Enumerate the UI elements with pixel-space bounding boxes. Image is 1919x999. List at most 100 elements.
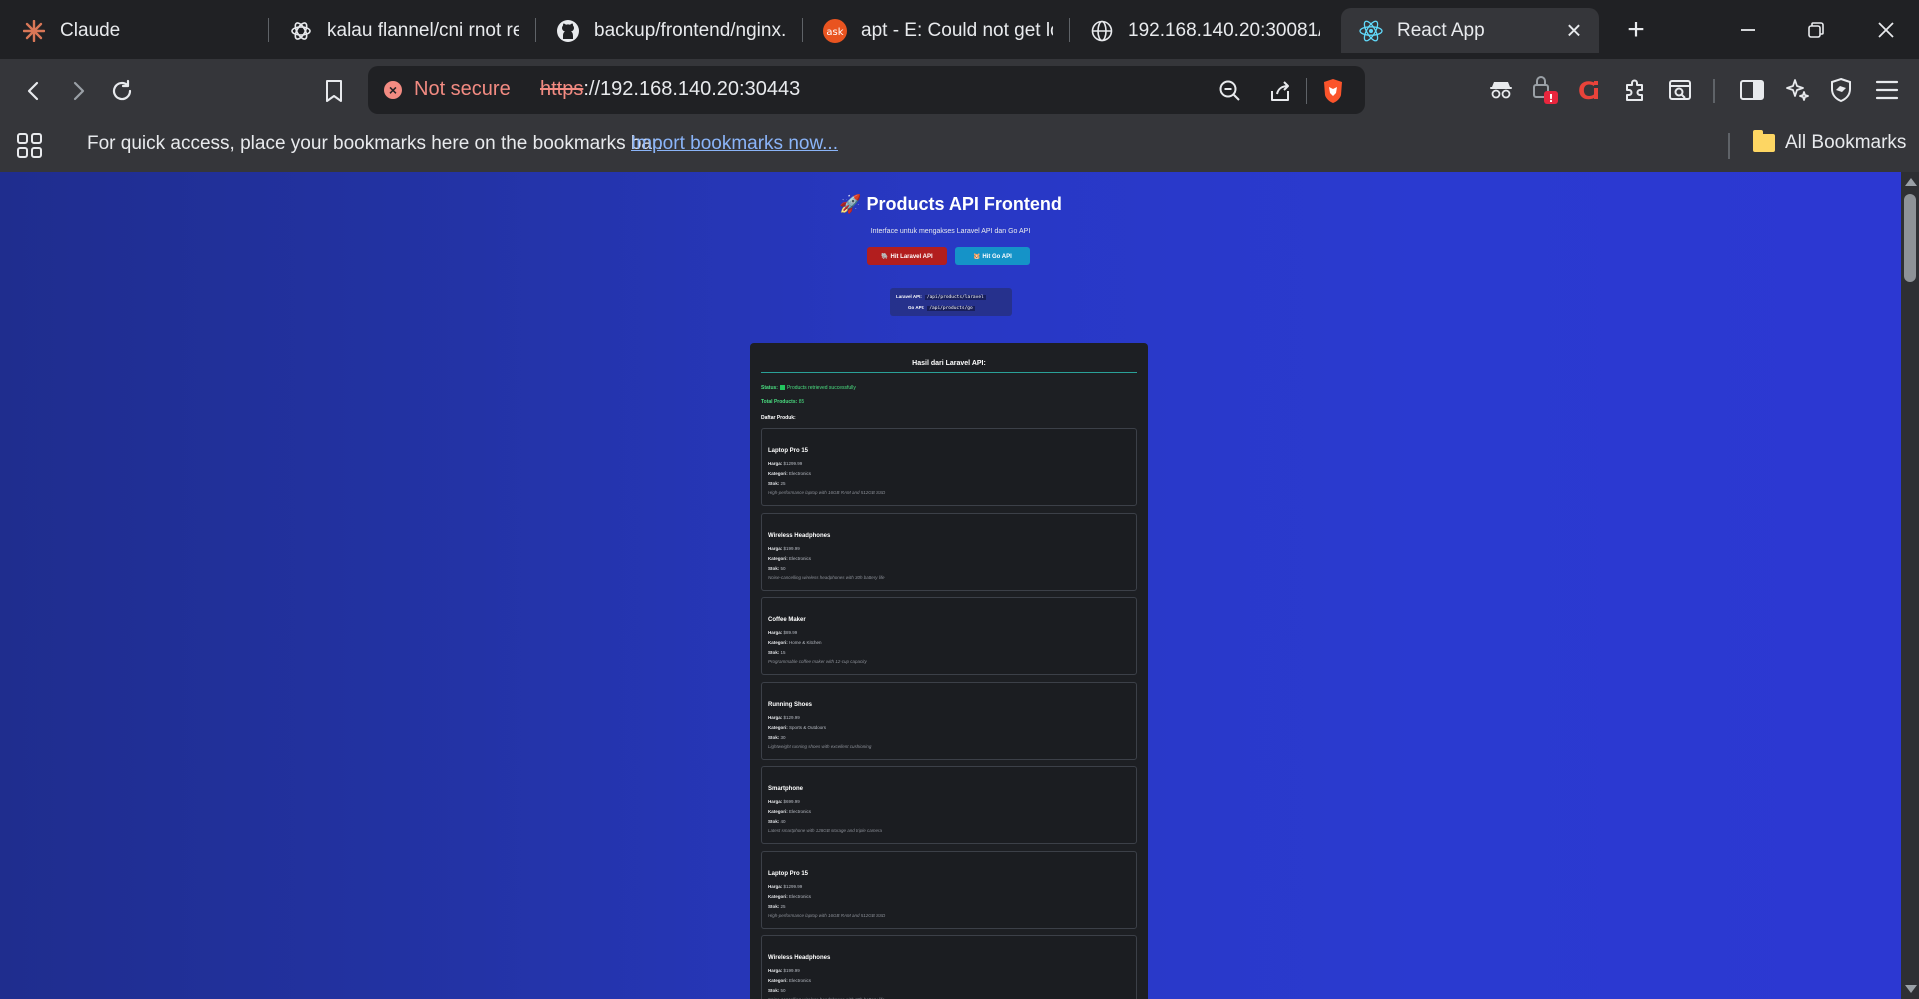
bookmarks-prompt: For quick access, place your bookmarks h… [87, 133, 663, 154]
sidebar-toggle-icon[interactable] [1735, 73, 1769, 107]
back-button[interactable] [16, 73, 52, 109]
hit-go-api-button[interactable]: 🐹 Hit Go API [955, 247, 1030, 265]
claude-icon [22, 19, 46, 43]
tab-ip-30081[interactable]: 192.168.140.20:30081/a [1090, 8, 1320, 53]
product-list-title: Daftar Produk: [761, 415, 796, 421]
extension-lock-icon[interactable]: ! [1528, 73, 1562, 107]
status-label: Status: [761, 385, 778, 391]
reload-button[interactable] [104, 73, 140, 109]
product-card: Smartphone Harga: $699.99 Kategori: Electr… [761, 766, 1137, 844]
page-scrollbar[interactable] [1901, 172, 1919, 999]
askubuntu-icon: ask [823, 18, 847, 43]
product-category: Kategori: Electronics [768, 893, 812, 899]
security-indicator[interactable]: × Not secure [384, 78, 511, 101]
tab-divider [268, 18, 269, 42]
laravel-endpoint-label: Laravel API: [896, 294, 922, 299]
product-card: Wireless Headphones Harga: $199.99 Kategor… [761, 935, 1137, 999]
github-icon [556, 19, 580, 43]
product-card: Wireless Headphones Harga: $199.99 Kategor… [761, 512, 1137, 591]
apps-grid-icon[interactable] [16, 132, 44, 160]
extension-c-icon[interactable]: C [1572, 73, 1606, 107]
all-bookmarks-label: All Bookmarks [1785, 132, 1907, 153]
tab-title: kalau flannel/cni rnot re [327, 19, 519, 41]
product-description: High-performance laptop with 16GB RAM an… [768, 912, 886, 918]
product-price: Harga: $129.99 [768, 714, 800, 720]
product-price: Harga: $1299.99 [768, 883, 803, 889]
tab-title: React App [1397, 19, 1485, 41]
product-price: Harga: $199.99 [768, 545, 800, 551]
url-protocol: https [540, 78, 584, 100]
browser-toolbar: × Not secure https://192.168.140.20:3044… [0, 59, 1919, 121]
go-endpoint-path: /api/products/go [927, 306, 975, 311]
product-category: Kategori: Sports & Outdoors [768, 724, 827, 730]
total-label: Total Products: [761, 399, 798, 405]
laravel-endpoint: Laravel API:/api/products/laravel [896, 294, 986, 300]
tab-chatgpt[interactable]: kalau flannel/cni rnot re [289, 8, 519, 53]
product-card: Laptop Pro 15 Harga: $1299.99 Kategori: El… [761, 428, 1137, 506]
product-stock: Stok: 30 [768, 734, 786, 740]
product-stock: Stok: 50 [768, 988, 786, 993]
scroll-thumb[interactable] [1904, 194, 1916, 282]
product-name: Laptop Pro 15 [768, 448, 809, 454]
total-products-line: Total Products: 85 [761, 399, 804, 405]
total-value: 85 [798, 399, 805, 405]
product-price: Harga: $89.99 [768, 630, 798, 635]
address-bar[interactable]: × Not secure https://192.168.140.20:3044… [368, 66, 1365, 114]
all-bookmarks-button[interactable]: All Bookmarks [1753, 130, 1907, 154]
product-name: Smartphone [768, 786, 804, 792]
product-category: Kategori: Electronics [768, 555, 812, 561]
import-bookmarks-link[interactable]: Import bookmarks now... [631, 133, 838, 155]
brave-shields-icon[interactable] [1318, 76, 1348, 106]
share-icon[interactable] [1265, 76, 1295, 106]
svg-text:ask: ask [826, 27, 843, 38]
tab-github[interactable]: backup/frontend/nginx.c [556, 8, 786, 53]
hit-laravel-api-button[interactable]: 🐘 Hit Laravel API [867, 247, 947, 265]
tab-divider [535, 18, 536, 42]
forward-button[interactable] [60, 73, 96, 109]
product-stock: Stok: 25 [768, 481, 786, 486]
restore-button[interactable] [1796, 12, 1836, 48]
result-divider [761, 372, 1137, 373]
product-price: Harga: $699.99 [768, 799, 800, 804]
product-card: Laptop Pro 15 Harga: $1299.99 Kategori: El… [761, 850, 1137, 929]
close-window-button[interactable] [1866, 12, 1906, 48]
tab-claude[interactable]: Claude [22, 8, 262, 53]
close-tab-icon[interactable]: × [1561, 17, 1587, 43]
product-description: Programmable coffee maker with 12-cup ca… [768, 659, 867, 664]
leo-ai-icon[interactable] [1780, 73, 1814, 107]
extensions-puzzle-icon[interactable] [1618, 73, 1652, 107]
bookmark-page-icon[interactable] [316, 73, 352, 109]
tab-title: 192.168.140.20:30081/a [1128, 19, 1320, 41]
new-tab-button[interactable]: + [1618, 13, 1654, 49]
tab-react-app[interactable]: React App × [1341, 8, 1599, 53]
product-category: Kategori: Electronics [768, 471, 812, 476]
react-icon [1359, 19, 1383, 43]
status-line: Status: Products retrieved successfully [761, 385, 856, 391]
product-name: Running Shoes [768, 701, 812, 708]
globe-icon [1090, 19, 1114, 43]
extension-spy-icon[interactable] [1484, 73, 1518, 107]
product-name: Wireless Headphones [768, 532, 831, 539]
product-name: Laptop Pro 15 [768, 870, 809, 877]
go-endpoint-label: Go API: [908, 305, 925, 310]
tab-askubuntu[interactable]: ask apt - E: Could not get lo [823, 8, 1053, 53]
scroll-down-arrow[interactable] [1905, 985, 1917, 993]
warning-icon: × [384, 80, 402, 99]
tab-divider [1069, 18, 1070, 42]
menu-icon[interactable] [1870, 73, 1904, 107]
product-category: Kategori: Electronics [768, 978, 812, 983]
product-description: High-performance laptop with 16GB RAM an… [768, 490, 886, 495]
svg-text:!: ! [1548, 92, 1553, 105]
product-card: Coffee Maker Harga: $89.99 Kategori: Home … [761, 597, 1137, 675]
omnibox-divider [1306, 78, 1307, 104]
scroll-up-arrow[interactable] [1905, 178, 1917, 186]
product-description: Noise-cancelling wireless headphones wit… [768, 574, 885, 580]
zoom-out-icon[interactable] [1215, 76, 1245, 106]
toolbar-divider [1713, 79, 1715, 103]
vpn-shield-icon[interactable] [1824, 73, 1858, 107]
screenshot-icon[interactable] [1663, 73, 1697, 107]
minimize-button[interactable] [1728, 12, 1768, 48]
result-title: Hasil dari Laravel API: [912, 360, 986, 367]
tab-divider [802, 18, 803, 42]
url-text[interactable]: https://192.168.140.20:30443 [540, 78, 800, 101]
